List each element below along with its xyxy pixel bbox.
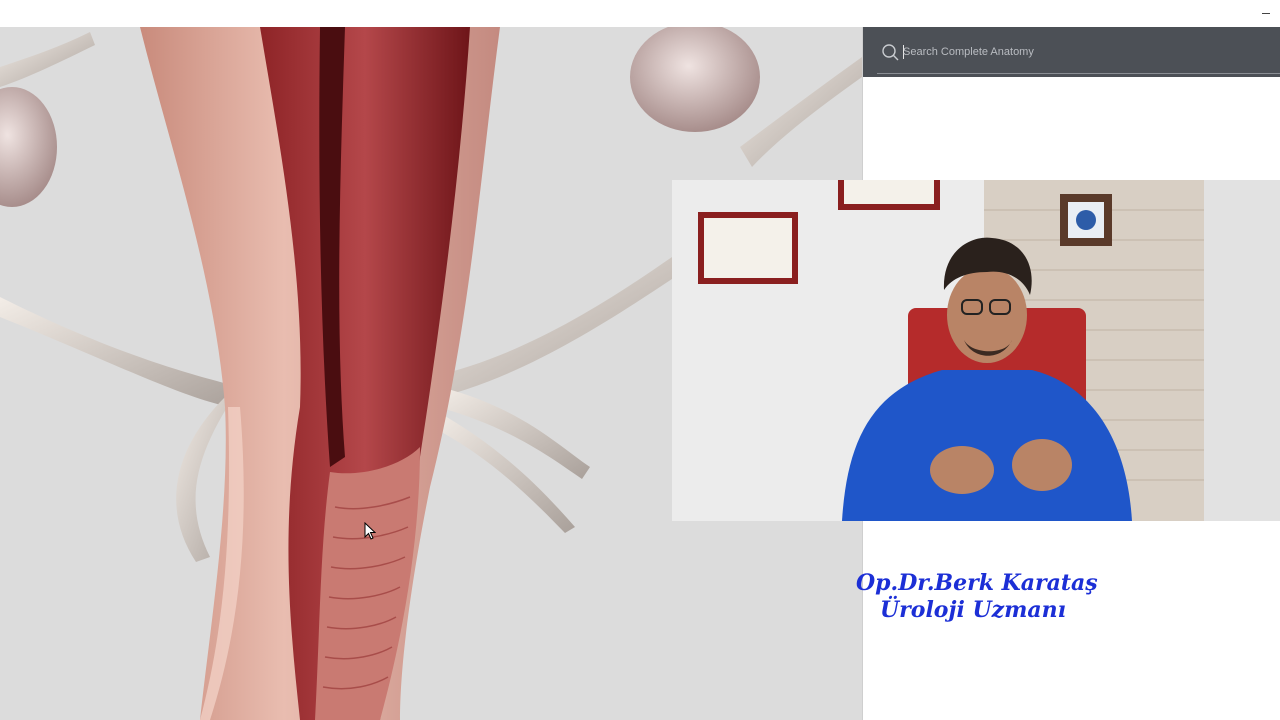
search-underline — [877, 73, 1280, 74]
minimize-button[interactable] — [1258, 6, 1274, 20]
mouse-cursor-icon — [364, 522, 376, 540]
search-input[interactable] — [903, 42, 1263, 62]
presenter-name: Op.Dr.Berk Karataş — [856, 570, 1098, 596]
window-titlebar — [0, 0, 1280, 28]
presenter-title: Üroloji Uzmanı — [880, 597, 1067, 623]
minimize-icon — [1262, 12, 1270, 14]
presenter-video-overlay — [672, 180, 1280, 521]
search-bar — [863, 27, 1280, 77]
presenter-caption: Op.Dr.Berk Karataş Üroloji Uzmanı — [856, 570, 1216, 624]
search-icon[interactable] — [881, 43, 899, 61]
presenter-video-frame — [672, 180, 1280, 521]
